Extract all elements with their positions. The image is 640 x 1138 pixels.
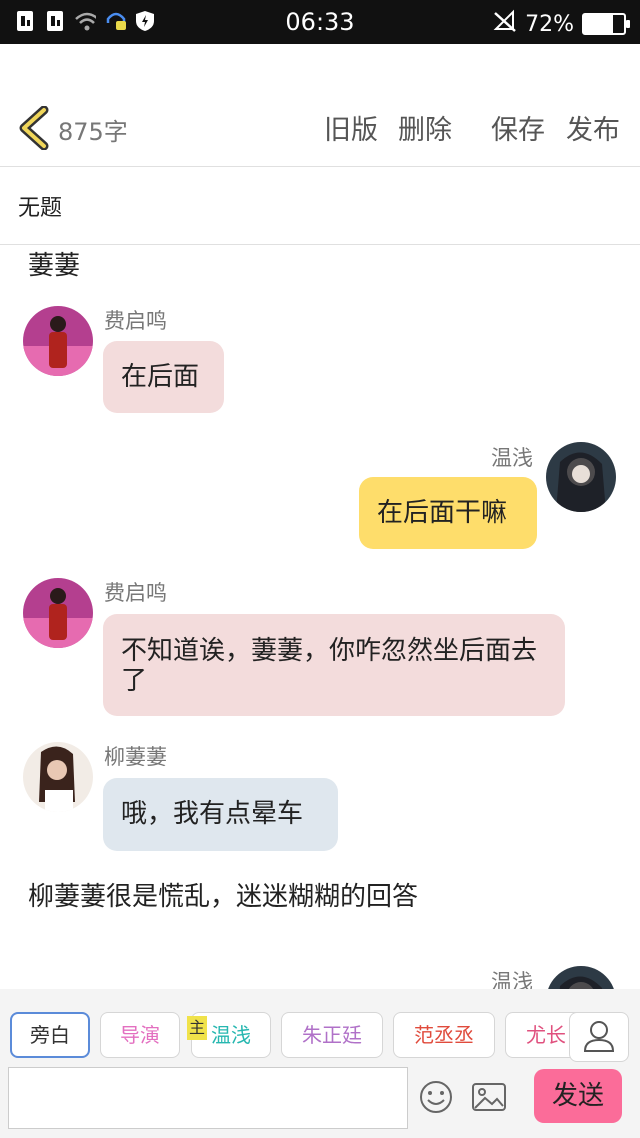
input-bar: 发送 — [0, 1063, 640, 1138]
status-bar: 06:33 72% — [0, 0, 640, 44]
image-icon — [472, 1083, 506, 1111]
send-button[interactable]: 发送 — [534, 1069, 622, 1123]
chat-content[interactable]: 萋萋 费启鸣 在后面 温浅 在后面干嘛 费启鸣 不知道诶，萋萋，你咋忽然坐后面去… — [0, 245, 640, 989]
avatar-image — [23, 742, 93, 812]
narration-text[interactable]: 柳萋萋很是慌乱，迷迷糊糊的回答 — [28, 876, 418, 913]
person-icon — [583, 1021, 615, 1052]
battery-percent: 72% — [525, 11, 574, 37]
message-bubble[interactable]: 哦，我有点晕车 — [103, 778, 338, 851]
no-signal-icon — [493, 9, 517, 39]
image-button[interactable] — [470, 1079, 508, 1115]
sender-name: 温浅 — [491, 970, 533, 989]
narration-partial: 萋萋 — [28, 251, 81, 281]
sender-name: 费启鸣 — [104, 581, 167, 605]
message-bubble[interactable]: 在后面 — [103, 341, 224, 413]
avatar-wenqian[interactable] — [546, 966, 616, 989]
avatar-image — [23, 578, 93, 648]
role-narrator[interactable]: 旁白 — [10, 1012, 90, 1058]
back-button[interactable] — [16, 105, 50, 151]
avatar-feiqiming[interactable] — [23, 578, 93, 648]
role-director[interactable]: 导演 — [100, 1012, 180, 1058]
lead-role-badge: 主 — [187, 1016, 207, 1040]
status-icons-right: 72% — [493, 9, 630, 39]
avatar-liuqiqi[interactable] — [23, 742, 93, 812]
character-manage-button[interactable] — [569, 1012, 629, 1062]
battery-icon — [582, 13, 630, 35]
editor-toolbar: 875字 旧版 删除 保存 发布 — [0, 90, 640, 166]
role-selector: 旁白 导演 温浅 朱正廷 范丞丞 尤长 — [0, 989, 640, 1063]
sender-name: 柳萋萋 — [104, 745, 167, 769]
avatar-image — [546, 442, 616, 512]
smiley-icon — [420, 1081, 452, 1113]
avatar-image — [23, 306, 93, 376]
avatar-image — [546, 966, 616, 989]
save-button[interactable]: 保存 — [491, 108, 545, 147]
message-bubble[interactable]: 不知道诶，萋萋，你咋忽然坐后面去了 — [103, 614, 565, 716]
word-count: 875字 — [58, 118, 128, 146]
delete-button[interactable]: 删除 — [398, 108, 452, 147]
message-bubble[interactable]: 在后面干嘛 — [359, 477, 537, 549]
battery-level — [584, 15, 613, 33]
avatar-feiqiming[interactable] — [23, 306, 93, 376]
chevron-left-icon — [19, 105, 49, 151]
publish-button[interactable]: 发布 — [566, 108, 620, 147]
toolbar-divider — [0, 166, 640, 167]
role-fanchengcheng[interactable]: 范丞丞 — [393, 1012, 495, 1058]
sender-name: 温浅 — [491, 446, 533, 470]
sender-name: 费启鸣 — [104, 309, 167, 333]
role-zhuzhengting[interactable]: 朱正廷 — [281, 1012, 383, 1058]
message-input[interactable] — [8, 1067, 408, 1129]
emoji-button[interactable] — [418, 1079, 454, 1115]
old-version-button[interactable]: 旧版 — [324, 108, 378, 147]
avatar-wenqian[interactable] — [546, 442, 616, 512]
story-title[interactable]: 无题 — [18, 190, 62, 222]
